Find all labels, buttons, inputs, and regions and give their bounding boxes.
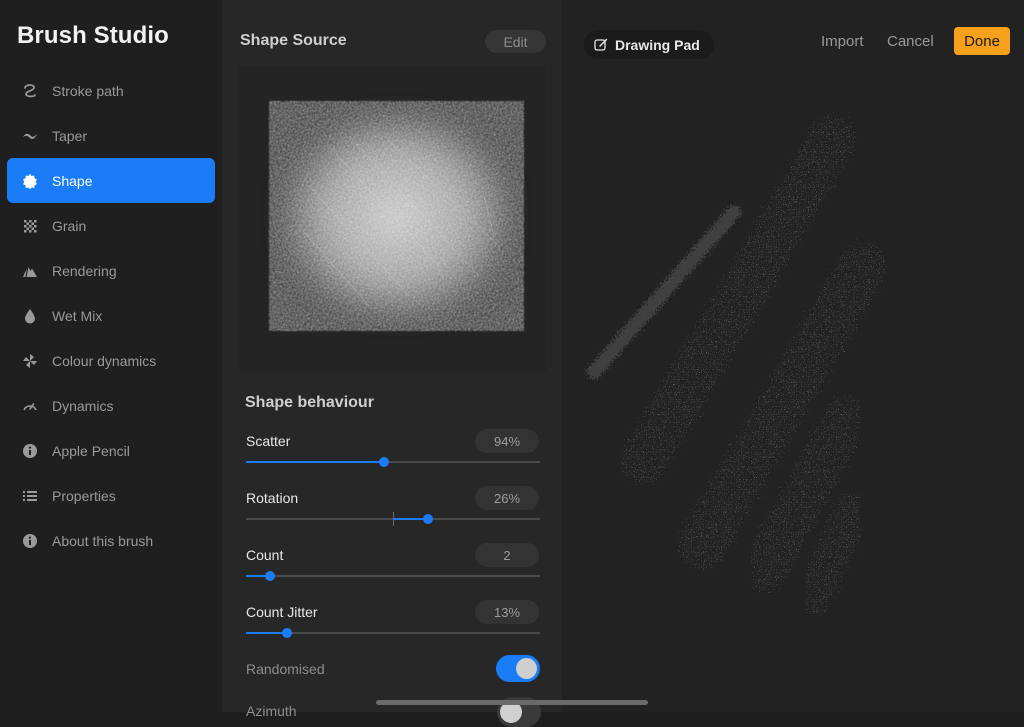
sidebar-item-apple-pencil[interactable]: Apple Pencil: [7, 428, 215, 473]
rendering-icon: [22, 263, 38, 279]
sidebar-item-label: Taper: [52, 127, 88, 144]
sidebar-item-label: About this brush: [52, 532, 154, 549]
rotation-slider[interactable]: [246, 512, 540, 526]
sidebar-item-rendering[interactable]: Rendering: [7, 248, 215, 293]
count-control: Count 2: [246, 543, 540, 597]
dynamics-icon: [22, 398, 38, 414]
sidebar-item-shape[interactable]: Shape: [7, 158, 215, 203]
sidebar-item-label: Properties: [52, 487, 116, 504]
sidebar-item-label: Colour dynamics: [52, 352, 157, 369]
drawing-pad[interactable]: Drawing Pad Import Cancel Done: [562, 0, 1024, 712]
shape-source-title: Shape Source: [240, 32, 347, 49]
wet-mix-icon: [22, 308, 38, 324]
slider-thumb[interactable]: [264, 571, 275, 581]
app-title: Brush Studio: [17, 22, 169, 49]
count-slider[interactable]: [246, 571, 540, 581]
settings-panel: Shape Source Edit Shape behaviour Scatte…: [222, 0, 562, 719]
sidebar-item-about[interactable]: About this brush: [7, 518, 215, 563]
sidebar-item-dynamics[interactable]: Dynamics: [7, 383, 215, 428]
grain-icon: [22, 218, 38, 234]
colour-dynamics-icon: [22, 353, 38, 369]
scatter-slider[interactable]: [246, 457, 540, 467]
count-jitter-slider[interactable]: [246, 628, 540, 638]
shape-texture-image: [269, 101, 524, 331]
apple-pencil-icon: [22, 443, 38, 459]
slider-fill: [246, 461, 385, 463]
randomised-toggle[interactable]: [496, 655, 540, 682]
sidebar-item-taper[interactable]: Taper: [7, 113, 215, 158]
sidebar-item-label: Wet Mix: [52, 307, 103, 324]
scatter-label: Scatter: [246, 433, 291, 449]
scatter-value[interactable]: 94%: [475, 429, 539, 453]
azimuth-label: Azimuth: [246, 703, 297, 719]
slider-fill: [246, 632, 288, 634]
sidebar-item-label: Apple Pencil: [52, 442, 130, 459]
shape-behaviour-title: Shape behaviour: [245, 394, 374, 411]
rotation-value[interactable]: 26%: [475, 486, 539, 510]
shape-source-preview[interactable]: [239, 66, 546, 372]
scatter-control: Scatter 94%: [246, 429, 540, 483]
toggle-knob: [516, 658, 537, 679]
sidebar: Brush Studio Stroke path Taper Shape Gra…: [0, 0, 222, 712]
sidebar-nav: Stroke path Taper Shape Grain Rendering …: [7, 68, 215, 563]
sidebar-item-colour-dynamics[interactable]: Colour dynamics: [7, 338, 215, 383]
sidebar-item-label: Dynamics: [52, 397, 114, 414]
properties-icon: [22, 488, 38, 504]
edit-button[interactable]: Edit: [485, 30, 546, 53]
sidebar-item-properties[interactable]: Properties: [7, 473, 215, 518]
sidebar-item-label: Grain: [52, 217, 87, 234]
count-jitter-control: Count Jitter 13%: [246, 600, 540, 654]
taper-icon: [22, 128, 38, 144]
info-icon: [22, 533, 38, 549]
slider-thumb[interactable]: [423, 514, 434, 524]
sidebar-item-label: Rendering: [52, 262, 117, 279]
home-indicator[interactable]: [376, 700, 648, 705]
count-jitter-label: Count Jitter: [246, 604, 318, 620]
sidebar-item-label: Shape: [52, 172, 93, 189]
slider-thumb[interactable]: [379, 457, 390, 467]
count-value[interactable]: 2: [475, 543, 539, 567]
brush-strokes: [587, 117, 886, 618]
slider-thumb[interactable]: [282, 628, 293, 638]
sidebar-item-grain[interactable]: Grain: [7, 203, 215, 248]
stroke-path-icon: [22, 83, 38, 99]
count-jitter-value[interactable]: 13%: [475, 600, 539, 624]
rotation-control: Rotation 26%: [246, 486, 540, 540]
shape-icon: [22, 173, 38, 189]
sidebar-item-label: Stroke path: [52, 82, 124, 99]
randomised-label: Randomised: [246, 661, 325, 677]
rotation-label: Rotation: [246, 490, 299, 506]
sidebar-item-wet-mix[interactable]: Wet Mix: [7, 293, 215, 338]
count-label: Count: [246, 547, 284, 563]
sidebar-item-stroke-path[interactable]: Stroke path: [7, 68, 215, 113]
